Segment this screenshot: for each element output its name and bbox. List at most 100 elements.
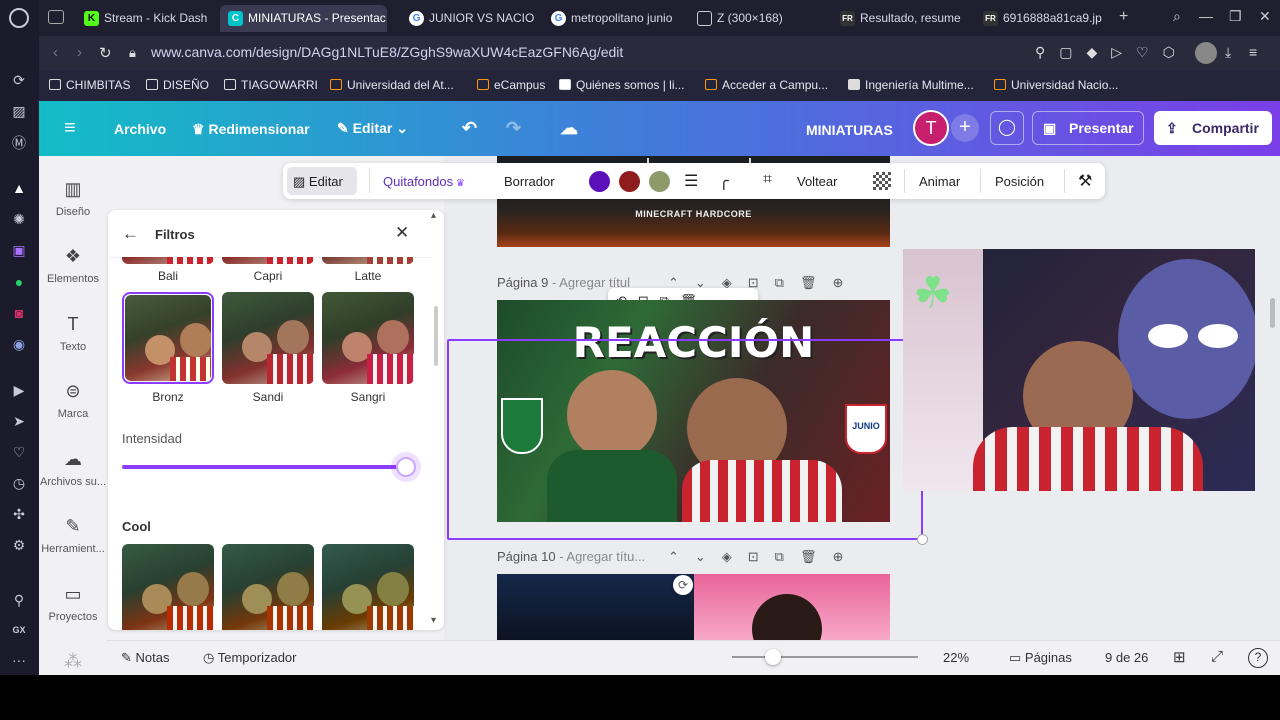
bookmark-8[interactable]: Universidad Nacio...	[994, 78, 1118, 92]
clock-icon[interactable]: ◷	[9, 473, 29, 493]
filter-thumb-cool-2[interactable]	[222, 544, 314, 630]
tab-1[interactable]: C MINIATURAS - Presentac	[220, 5, 387, 32]
page-counter[interactable]: 9 de 26	[1105, 650, 1148, 665]
zoom-slider-track[interactable]	[732, 656, 918, 658]
temporizador-button[interactable]: ◷ Temporizador	[203, 650, 297, 666]
sidebar-item-apps[interactable]: ⁂	[39, 650, 107, 675]
archivo-menu[interactable]: Archivo	[114, 121, 166, 137]
bookmark-5[interactable]: Quiénes somos | li...	[559, 78, 685, 92]
minimize-icon[interactable]: —	[1199, 8, 1213, 24]
undo-icon[interactable]: ↶	[462, 118, 477, 139]
pin-icon[interactable]: ⚲	[9, 590, 29, 610]
url-field[interactable]: www.canva.com/design/DAGg1NLTuE8/ZGghS9w…	[151, 44, 623, 60]
tab-0[interactable]: K Stream - Kick Dash	[76, 5, 211, 32]
color-swatch-red[interactable]	[619, 171, 640, 192]
sidebar-item-texto[interactable]: T Texto	[39, 313, 107, 353]
hamburger-icon[interactable]: ≡	[64, 118, 76, 138]
messenger-icon[interactable]: Ⓜ	[9, 133, 29, 153]
posicion-tool[interactable]: Posición	[995, 174, 1044, 189]
twitch-icon[interactable]: ▣	[9, 240, 29, 260]
page-10-label[interactable]: Página 10 - Agregar títu...	[497, 549, 645, 564]
address-actions[interactable]: ⚲▢◆▷♡⬡	[1035, 44, 1189, 61]
quitafondos-tool[interactable]: Quitafondos ♛	[383, 174, 465, 189]
extensions-icon[interactable]: ✣	[9, 504, 29, 524]
editar-tool[interactable]: ▨ Editar	[293, 174, 343, 190]
comment-icon[interactable]: ◯	[990, 111, 1024, 145]
scroll-up-icon[interactable]: ▴	[431, 210, 436, 221]
color-swatch-purple[interactable]	[589, 171, 610, 192]
sidebar-item-diseno[interactable]: ▥ Diseño	[39, 178, 107, 218]
gx-icon[interactable]: GX	[9, 620, 29, 640]
filter-thumb-cool-1[interactable]	[122, 544, 214, 630]
filter-thumb-bronz[interactable]	[125, 295, 211, 381]
intensity-slider-track[interactable]	[122, 465, 406, 469]
rotate-handle-icon[interactable]: ⟳	[673, 575, 693, 595]
instagram-icon[interactable]: ◙	[9, 303, 29, 323]
intensity-slider-knob[interactable]	[396, 457, 416, 477]
transparency-icon[interactable]	[873, 172, 891, 190]
bookmark-3[interactable]: Universidad del At...	[330, 78, 454, 92]
paint-format-icon[interactable]: ⚒	[1078, 171, 1092, 191]
borrador-tool[interactable]: Borrador	[504, 174, 555, 189]
border-style-icon[interactable]: ☰	[684, 171, 698, 191]
reload-icon[interactable]: ↻	[99, 44, 112, 62]
aria-icon[interactable]: ▲	[9, 178, 29, 198]
color-swatch-olive[interactable]	[649, 171, 670, 192]
settings-icon[interactable]: ⚙	[9, 535, 29, 555]
redo-icon[interactable]: ↷	[506, 118, 521, 139]
crop-icon[interactable]: ⌗	[763, 171, 772, 189]
selection-box[interactable]	[447, 339, 923, 540]
sidebar-item-marca[interactable]: ⊜ Marca	[39, 380, 107, 420]
corner-rounding-icon[interactable]: ╭	[719, 171, 729, 191]
sidebar-item-proyectos[interactable]: ▭ Proyectos	[39, 583, 107, 623]
zoom-slider-knob[interactable]	[765, 649, 781, 665]
close-window-icon[interactable]: ✕	[1259, 8, 1271, 25]
new-tab-plus-icon[interactable]: +	[1119, 8, 1128, 26]
workspaces-icon[interactable]	[48, 10, 64, 24]
filter-thumb-sangri[interactable]	[322, 292, 414, 384]
page-9-label[interactable]: Página 9 - Agregar títul	[497, 275, 630, 290]
heart-icon[interactable]: ♡	[9, 442, 29, 462]
back-icon[interactable]: ‹	[53, 44, 58, 61]
notas-button[interactable]: ✎ Notas	[121, 650, 169, 666]
search-tabs-icon[interactable]: ⌕	[1173, 8, 1181, 25]
page-10-actions[interactable]: ⌃⌄◈⊡⧉🗑︎⊕	[668, 549, 859, 565]
sidebar-item-elementos[interactable]: ❖ Elementos	[39, 245, 107, 285]
close-icon[interactable]: ✕	[395, 223, 409, 243]
fullscreen-icon[interactable]: ⤢	[1211, 648, 1223, 665]
tab-5[interactable]: FR Resultado, resume	[832, 5, 972, 32]
back-arrow-icon[interactable]: ←	[122, 224, 139, 244]
forward-icon[interactable]: ›	[77, 44, 82, 61]
send-icon[interactable]: ➤	[9, 411, 29, 431]
avatar[interactable]: T	[913, 110, 949, 146]
filter-thumb-cool-3[interactable]	[322, 544, 414, 630]
panel-scrollbar[interactable]	[434, 306, 438, 366]
pinboard-icon[interactable]: ▨	[9, 101, 29, 121]
help-icon[interactable]: ?	[1248, 648, 1268, 668]
page-10-thumbnail[interactable]	[497, 574, 890, 640]
history-icon[interactable]: ⟳	[9, 70, 29, 90]
redimensionar-button[interactable]: ♛ Redimensionar	[192, 121, 310, 138]
scroll-down-icon[interactable]: ▾	[431, 615, 436, 626]
zoom-value[interactable]: 22%	[943, 650, 969, 665]
tab-2[interactable]: G JUNIOR VS NACIO	[401, 5, 536, 32]
whatsapp-icon[interactable]: ●	[9, 272, 29, 292]
discord-icon[interactable]: ◉	[9, 334, 29, 354]
compartir-button[interactable]: ⇪ Compartir	[1154, 111, 1272, 145]
tab-3[interactable]: Gmetropolitano junio	[543, 5, 680, 32]
bookmark-7[interactable]: Ingeniería Multime...	[848, 78, 974, 92]
download-icon[interactable]: ⤓	[1225, 44, 1231, 61]
animar-tool[interactable]: Animar	[919, 174, 960, 189]
bookmark-6[interactable]: Acceder a Campu...	[705, 78, 828, 92]
bookmark-2[interactable]: TIAGOWARRI	[224, 78, 318, 92]
tab-6[interactable]: FR 6916888a81ca9.jp	[975, 5, 1115, 32]
opera-logo-icon[interactable]	[9, 8, 29, 28]
add-collaborator-icon[interactable]: +	[951, 114, 979, 142]
menu-icon[interactable]: ≡	[1249, 44, 1257, 60]
bookmark-4[interactable]: eCampus	[477, 78, 545, 92]
cloud-save-icon[interactable]: ☁	[560, 118, 578, 139]
resize-handle[interactable]	[917, 534, 928, 545]
sidebar-item-archivos[interactable]: ☁ Archivos su...	[39, 448, 107, 488]
tab-4[interactable]: Z (300×168)	[689, 5, 829, 32]
design-title[interactable]: MINIATURAS	[806, 122, 893, 138]
